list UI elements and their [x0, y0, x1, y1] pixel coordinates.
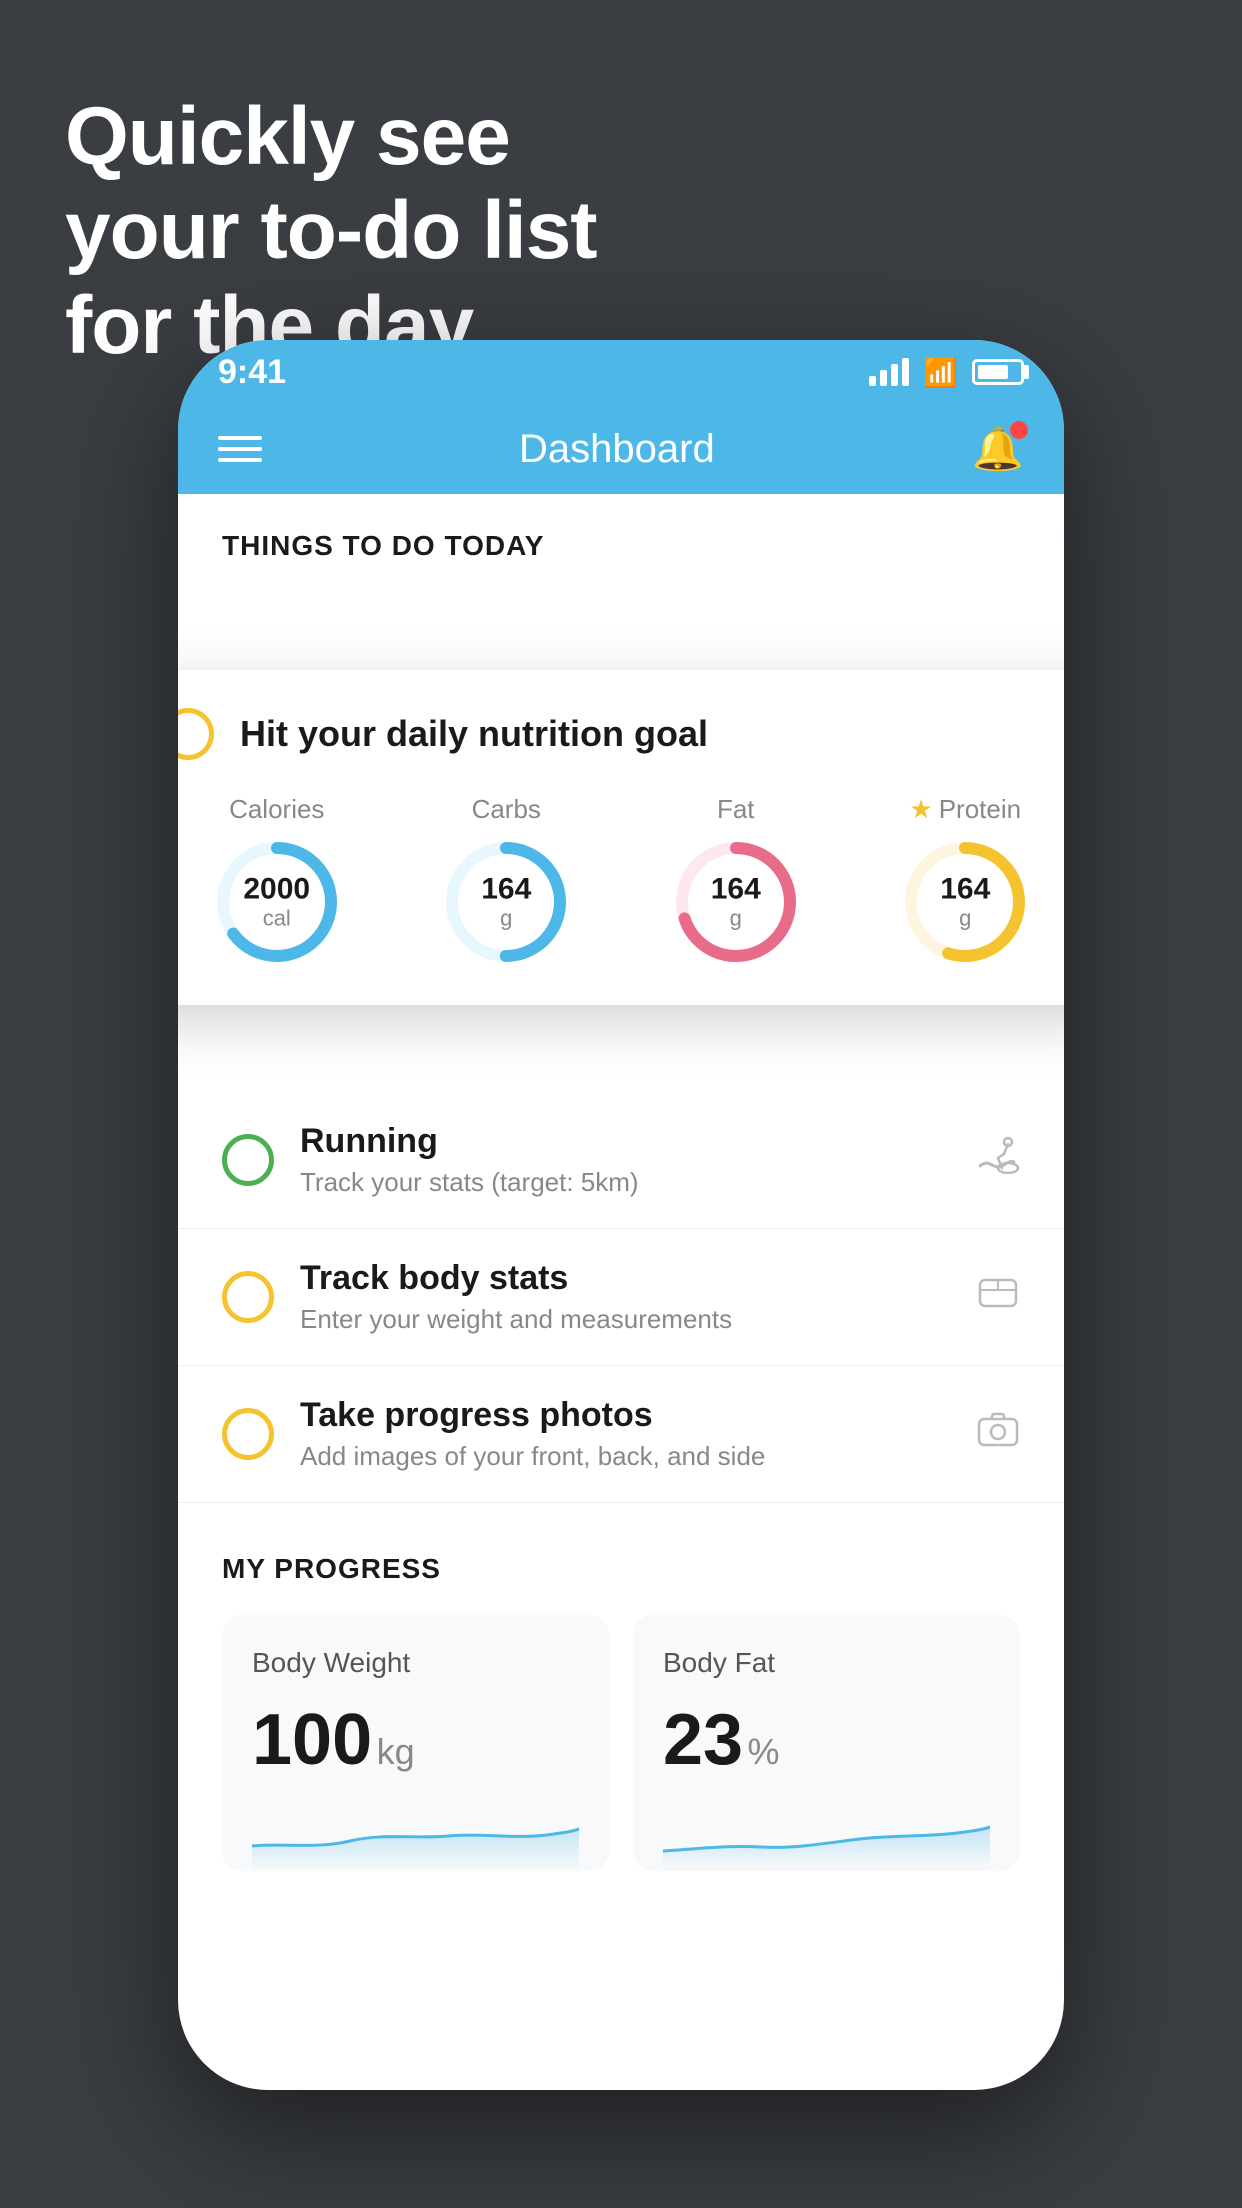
fat-label: Fat [717, 794, 755, 825]
body-stats-subtitle: Enter your weight and measurements [300, 1304, 950, 1335]
photos-check-circle [222, 1408, 274, 1460]
progress-section: MY PROGRESS Body Weight 100 kg [178, 1503, 1064, 1871]
todo-item-photos[interactable]: Take progress photos Add images of your … [178, 1366, 1064, 1503]
running-check-circle [222, 1134, 274, 1186]
calories-label: Calories [229, 794, 324, 825]
body-fat-card[interactable]: Body Fat 23 % [633, 1615, 1020, 1871]
body-fat-value-row: 23 % [663, 1699, 990, 1781]
body-weight-value-row: 100 kg [252, 1699, 579, 1781]
body-weight-title: Body Weight [252, 1647, 579, 1679]
nutrition-card: Hit your daily nutrition goal Calories [178, 670, 1064, 1005]
running-content: Running Track your stats (target: 5km) [300, 1122, 946, 1198]
running-subtitle: Track your stats (target: 5km) [300, 1167, 946, 1198]
photo-icon [976, 1409, 1020, 1459]
nutrition-protein: ★ Protein 164 g [900, 794, 1030, 967]
photos-content: Take progress photos Add images of your … [300, 1396, 950, 1472]
running-title: Running [300, 1122, 946, 1161]
body-stats-content: Track body stats Enter your weight and m… [300, 1259, 950, 1335]
running-icon [972, 1136, 1020, 1184]
content-area: THINGS TO DO TODAY Hit your daily nutrit… [178, 494, 1064, 1871]
signal-bars-icon [869, 358, 909, 386]
calories-value: 2000 [243, 873, 310, 906]
calories-circle: 2000 cal [212, 837, 342, 967]
nav-title: Dashboard [519, 427, 715, 472]
body-weight-chart [252, 1801, 579, 1871]
headline-line1: Quickly see [65, 91, 510, 182]
status-bar: 9:41 📶 [178, 340, 1064, 404]
protein-circle: 164 g [900, 837, 1030, 967]
body-fat-unit: % [748, 1731, 780, 1772]
body-fat-chart [663, 1801, 990, 1871]
photos-subtitle: Add images of your front, back, and side [300, 1441, 950, 1472]
protein-value: 164 [940, 873, 990, 906]
headline: Quickly see your to-do list for the day. [65, 90, 597, 373]
fat-value: 164 [711, 873, 761, 906]
protein-label: Protein [939, 794, 1021, 825]
body-fat-value: 23 [663, 1700, 743, 1780]
todo-item-running[interactable]: Running Track your stats (target: 5km) [178, 1092, 1064, 1229]
todo-item-body-stats[interactable]: Track body stats Enter your weight and m… [178, 1229, 1064, 1366]
status-icons: 📶 [869, 356, 1024, 389]
todo-list: Running Track your stats (target: 5km) [178, 1092, 1064, 1503]
carbs-label: Carbs [472, 794, 541, 825]
body-fat-title: Body Fat [663, 1647, 990, 1679]
body-weight-value: 100 [252, 1700, 372, 1780]
fat-circle: 164 g [671, 837, 801, 967]
nutrition-row: Calories 2000 cal [178, 794, 1064, 967]
nutrition-card-title: Hit your daily nutrition goal [240, 713, 708, 755]
things-to-do-header: THINGS TO DO TODAY [178, 494, 1064, 582]
body-weight-unit: kg [377, 1731, 415, 1772]
status-time: 9:41 [218, 353, 286, 392]
carbs-circle: 164 g [441, 837, 571, 967]
body-stats-title: Track body stats [300, 1259, 950, 1298]
notification-bell-icon[interactable]: 🔔 [972, 425, 1024, 474]
body-weight-card[interactable]: Body Weight 100 kg [222, 1615, 609, 1871]
headline-line2: your to-do list [65, 185, 597, 276]
nutrition-fat: Fat 164 g [671, 794, 801, 967]
photos-title: Take progress photos [300, 1396, 950, 1435]
carbs-value: 164 [481, 873, 531, 906]
nav-bar: Dashboard 🔔 [178, 404, 1064, 494]
progress-cards: Body Weight 100 kg [222, 1615, 1020, 1871]
body-stats-check-circle [222, 1271, 274, 1323]
nutrition-calories: Calories 2000 cal [212, 794, 342, 967]
phone-frame: 9:41 📶 Dashboard 🔔 THINGS TO DO TOD [178, 340, 1064, 2090]
progress-header: MY PROGRESS [222, 1553, 1020, 1585]
hamburger-menu-button[interactable] [218, 436, 262, 462]
battery-icon [972, 359, 1024, 385]
nutrition-carbs: Carbs 164 g [441, 794, 571, 967]
nutrition-check-circle[interactable] [178, 708, 214, 760]
scale-icon [976, 1272, 1020, 1322]
star-icon: ★ [909, 794, 932, 825]
notification-dot [1010, 421, 1028, 439]
wifi-icon: 📶 [923, 356, 958, 389]
